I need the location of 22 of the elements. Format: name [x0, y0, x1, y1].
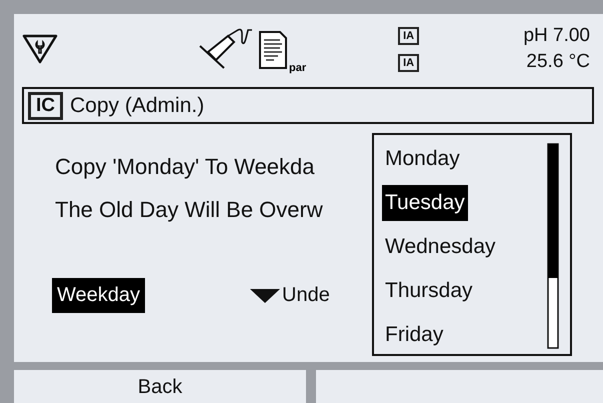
dropdown-item[interactable]: Wednesday	[382, 229, 499, 265]
document-label: par	[289, 62, 306, 74]
dropdown-item[interactable]: Friday	[382, 317, 446, 353]
sensor-probe-icon	[198, 28, 254, 70]
status-badge: IA	[398, 54, 420, 72]
softkey-button[interactable]	[316, 370, 603, 403]
document-icon	[258, 30, 288, 70]
dropdown-item[interactable]: Tuesday	[382, 185, 468, 221]
mode-badge: IC	[28, 92, 63, 120]
weekday-field[interactable]: Weekday	[52, 278, 146, 313]
message-text: The Old Day Will Be Overw	[55, 196, 323, 224]
back-button[interactable]: Back	[14, 370, 306, 403]
message-text: Copy 'Monday' To Weekda	[55, 153, 315, 181]
screen-title: Copy (Admin.)	[70, 94, 204, 118]
status-badge: IA	[398, 26, 420, 44]
measurement-reading: pH 7.00	[523, 25, 590, 47]
measurement-reading: 25.6 °C	[526, 51, 590, 73]
target-text: Unde	[282, 284, 330, 307]
down-triangle-icon	[250, 288, 280, 302]
dropdown-item[interactable]: Monday	[382, 141, 463, 177]
dropdown-item[interactable]: Thursday	[382, 273, 476, 309]
wrench-warning-icon	[22, 34, 58, 64]
